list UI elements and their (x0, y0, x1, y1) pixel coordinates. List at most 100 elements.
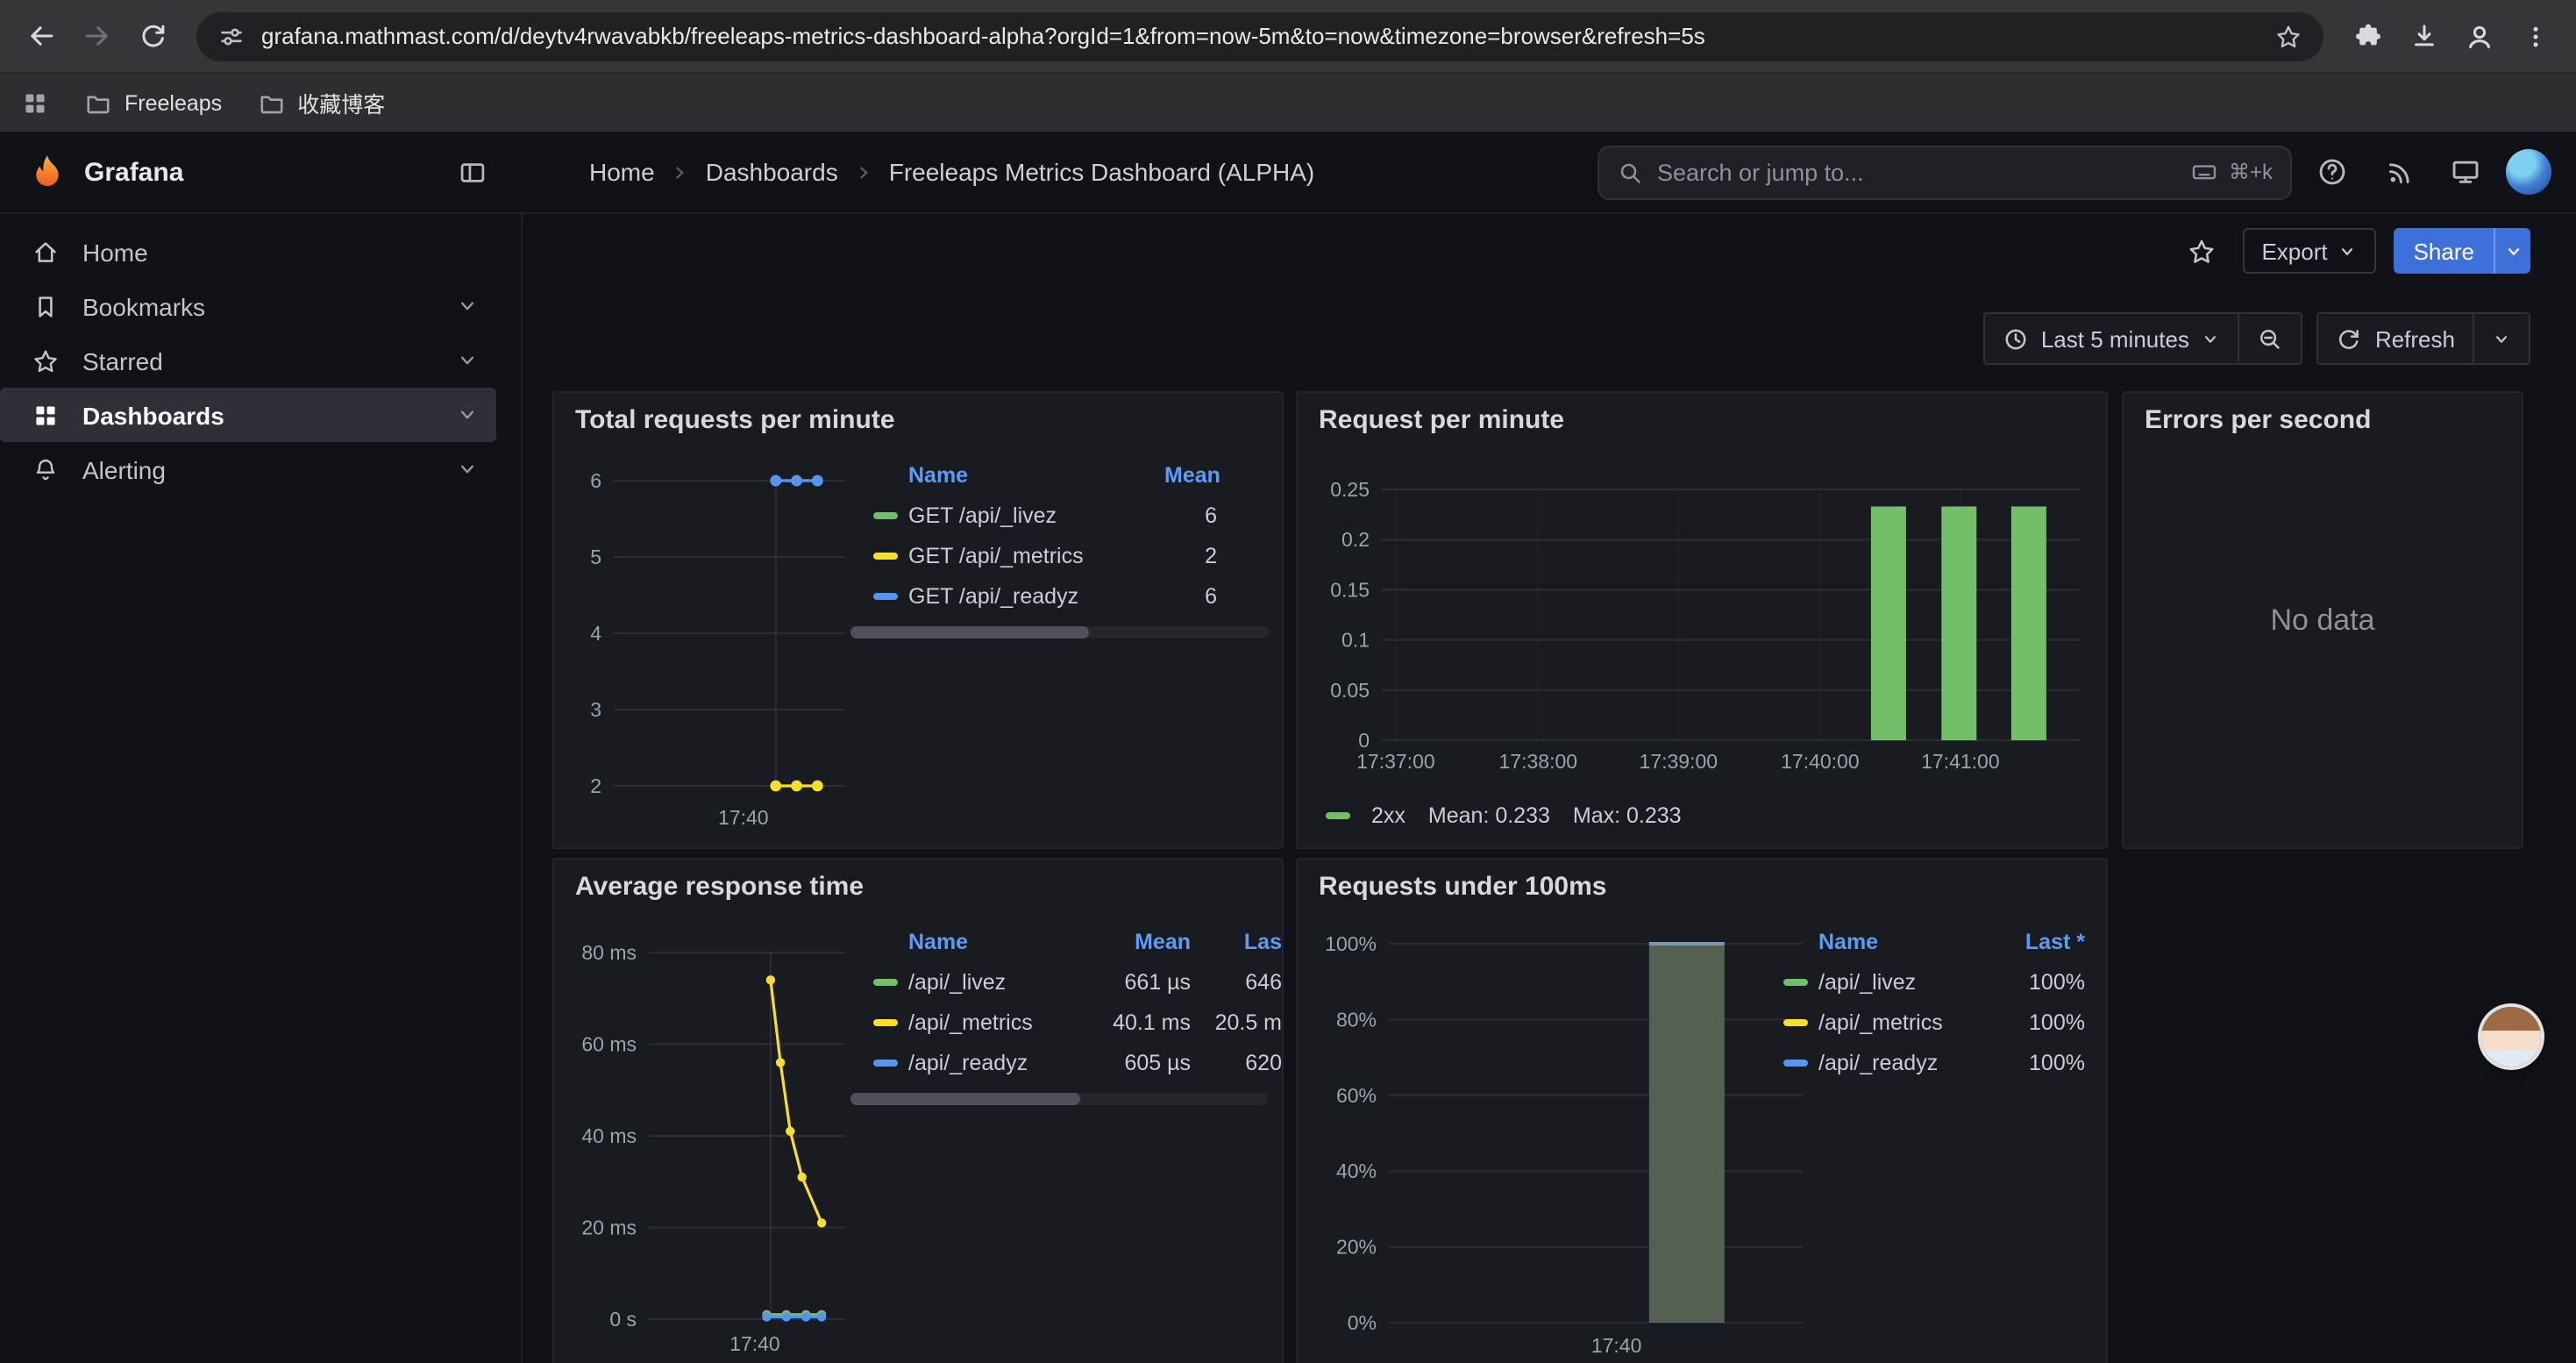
refresh-label: Refresh (2375, 325, 2455, 352)
site-info-icon[interactable] (217, 22, 246, 50)
legend-table: Name Mean GET /api/_livez 6 GET /api/_me… (850, 456, 1270, 639)
star-icon (32, 346, 60, 375)
sidebar-item-label: Home (82, 238, 148, 266)
scrollbar-thumb[interactable] (850, 1093, 1080, 1105)
series-name[interactable]: /api/_readyz (1818, 1050, 2001, 1074)
legend-col-mean[interactable]: Mean (1164, 463, 1270, 488)
series-last: 20.5 m (1191, 1010, 1282, 1034)
rss-icon (2384, 157, 2414, 187)
breadcrumb-home[interactable]: Home (589, 158, 655, 186)
series-name[interactable]: GET /api/_metrics (908, 543, 1164, 567)
series-name[interactable]: GET /api/_livez (908, 503, 1164, 527)
search-input[interactable]: Search or jump to... ⌘+k (1598, 145, 2292, 199)
apps-grid-icon[interactable] (21, 89, 49, 117)
series-name[interactable]: 2xx (1371, 803, 1405, 828)
legend-scrollbar[interactable] (850, 626, 1270, 639)
folder-icon (84, 89, 112, 117)
folder-icon (257, 89, 285, 117)
svg-text:17:41:00: 17:41:00 (1921, 750, 2000, 773)
series-name[interactable]: /api/_livez (908, 969, 1082, 994)
series-name[interactable]: /api/_metrics (908, 1010, 1082, 1034)
sidebar-item-alerting[interactable]: Alerting (0, 442, 496, 496)
export-button[interactable]: Export (2242, 228, 2376, 274)
scrollbar-thumb[interactable] (850, 626, 1089, 639)
bookmark-item-blog[interactable]: 收藏博客 (257, 86, 385, 119)
svg-text:0.25: 0.25 (1330, 478, 1370, 501)
legend-col-name[interactable]: Name (850, 463, 1164, 488)
svg-text:17:40: 17:40 (718, 806, 769, 829)
bookmark-label: 收藏博客 (297, 86, 385, 119)
series-swatch (1783, 978, 1808, 985)
home-icon (32, 238, 60, 266)
grafana-header-left: Grafana (0, 146, 523, 198)
back-button[interactable] (14, 10, 67, 62)
floating-avatar-widget[interactable] (2481, 1007, 2541, 1067)
screen-button[interactable] (2439, 146, 2492, 198)
panel-title[interactable]: Average response time (554, 860, 1282, 902)
refresh-interval-button[interactable] (2474, 312, 2530, 365)
bookmark-item-freeleaps[interactable]: Freeleaps (84, 89, 222, 117)
legend-table: Name Last * /api/_livez 100% /api/_metri… (1783, 923, 2085, 1082)
legend-col-mean[interactable]: Mean (1082, 930, 1191, 954)
panel-request-per-minute: Request per minute 0.250.20.150.10.05017… (1296, 391, 2108, 849)
grafana-brand[interactable]: Grafana (28, 153, 183, 191)
chevron-down-icon[interactable] (456, 349, 479, 372)
downloads-button[interactable] (2397, 10, 2450, 62)
series-swatch (873, 511, 898, 518)
address-bar[interactable]: grafana.mathmast.com/d/deytv4rwavabkb/fr… (196, 11, 2323, 61)
svg-text:17:37:00: 17:37:00 (1356, 750, 1435, 773)
chevron-down-icon[interactable] (456, 403, 479, 426)
legend-col-last[interactable]: Las (1191, 930, 1282, 954)
legend-col-last[interactable]: Last * (2001, 930, 2085, 954)
share-button[interactable]: Share (2395, 228, 2494, 274)
series-mean: 6 (1164, 583, 1270, 608)
sidebar-item-bookmarks[interactable]: Bookmarks (0, 279, 496, 333)
share-menu-button[interactable] (2494, 228, 2530, 274)
dock-menu-button[interactable] (445, 146, 498, 198)
legend-row: /api/_livez 100% (1783, 961, 2085, 1002)
svg-text:17:38:00: 17:38:00 (1499, 750, 1578, 773)
user-avatar[interactable] (2506, 149, 2551, 195)
chevron-down-icon[interactable] (456, 458, 479, 481)
panel-title[interactable]: Requests under 100ms (1298, 860, 2106, 902)
zoom-out-time-button[interactable] (2240, 312, 2303, 365)
favorite-dashboard-button[interactable] (2179, 228, 2224, 274)
series-name[interactable]: GET /api/_readyz (908, 583, 1164, 608)
panel-title[interactable]: Total requests per minute (554, 393, 1282, 435)
request-per-minute-chart[interactable]: 0.250.20.150.10.05017:37:0017:38:0017:39… (1305, 456, 2097, 782)
series-name[interactable]: /api/_readyz (908, 1050, 1082, 1074)
series-name[interactable]: /api/_livez (1818, 969, 2001, 994)
legend-scrollbar[interactable] (850, 1093, 1268, 1105)
chevron-down-icon[interactable] (456, 295, 479, 318)
sidebar-item-home[interactable]: Home (0, 225, 496, 279)
legend-col-name[interactable]: Name (1783, 930, 2001, 954)
series-mean: 2 (1164, 543, 1270, 567)
profile-button[interactable] (2453, 10, 2506, 62)
panel-errors-per-second: Errors per second No data (2122, 391, 2523, 849)
keyboard-icon (2190, 158, 2218, 186)
panel-title[interactable]: Request per minute (1298, 393, 2106, 435)
breadcrumb-dashboards[interactable]: Dashboards (706, 158, 838, 186)
legend-header: Name Last * (1783, 923, 2085, 961)
series-last: 100% (2001, 969, 2085, 994)
forward-button[interactable] (70, 10, 123, 62)
sidebar-item-label: Starred (82, 346, 163, 375)
refresh-button[interactable]: Refresh (2317, 312, 2474, 365)
requests-under-100ms-chart[interactable]: 100%80%60%40%20%0%17:40 (1312, 919, 1817, 1361)
bookmark-star-icon[interactable] (2274, 22, 2302, 50)
total-requests-chart[interactable]: 6543217:40 (568, 453, 863, 842)
extensions-button[interactable] (2341, 10, 2394, 62)
help-button[interactable] (2306, 146, 2359, 198)
legend-col-name[interactable]: Name (850, 930, 1082, 954)
news-button[interactable] (2373, 146, 2425, 198)
profile-icon (2464, 20, 2495, 52)
url-text[interactable]: grafana.mathmast.com/d/deytv4rwavabkb/fr… (261, 23, 2259, 49)
average-response-time-chart[interactable]: 80 ms60 ms40 ms20 ms0 s17:40 (568, 919, 863, 1361)
series-name[interactable]: /api/_metrics (1818, 1010, 2001, 1034)
series-last: 100% (2001, 1050, 2085, 1074)
reload-button[interactable] (126, 10, 179, 62)
time-range-button[interactable]: Last 5 minutes (1983, 312, 2240, 365)
browser-menu-button[interactable] (2509, 10, 2562, 62)
sidebar-item-dashboards[interactable]: Dashboards (0, 388, 496, 442)
sidebar-item-starred[interactable]: Starred (0, 333, 496, 388)
